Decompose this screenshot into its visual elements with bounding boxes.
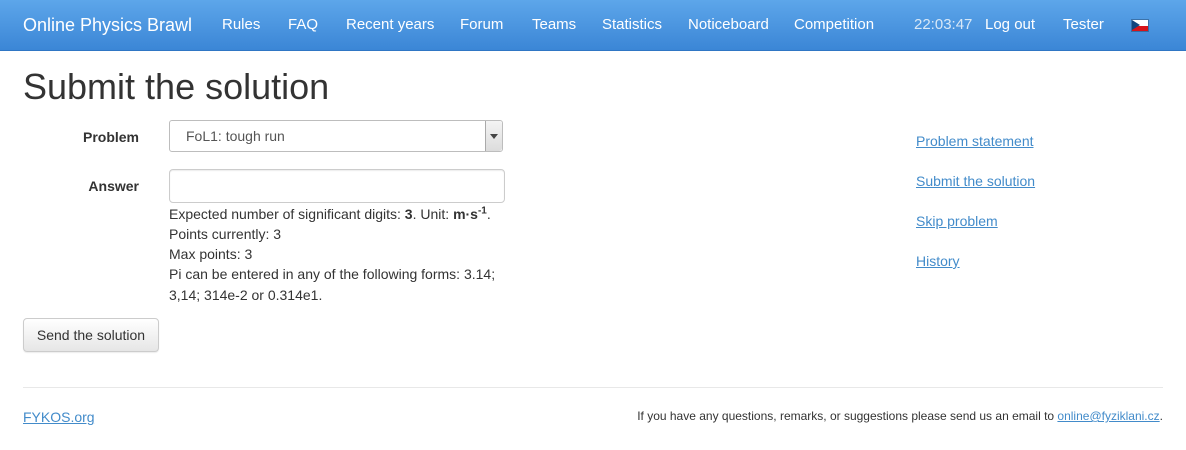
fykos-link[interactable]: FYKOS.org [23, 409, 95, 425]
problem-select-value: FoL1: tough run [186, 128, 285, 144]
nav-rules[interactable]: Rules [222, 0, 260, 50]
contact-prefix: If you have any questions, remarks, or s… [637, 409, 1058, 423]
contact-suffix: . [1159, 409, 1163, 423]
points-max: Max points: 3 [169, 246, 253, 262]
points-current: Points currently: 3 [169, 226, 282, 242]
nav-noticeboard[interactable]: Noticeboard [688, 0, 769, 50]
nav-faq[interactable]: FAQ [288, 0, 318, 50]
significant-digits-hint: Expected number of significant digits: 3… [169, 206, 491, 222]
nav-recent-years[interactable]: Recent years [346, 0, 434, 50]
skip-problem-link[interactable]: Skip problem [916, 213, 998, 229]
clock: 22:03:47 [914, 16, 973, 33]
footer-divider [23, 387, 1163, 388]
contact-text: If you have any questions, remarks, or s… [637, 409, 1163, 423]
user-menu[interactable]: Tester [1063, 0, 1104, 50]
nav-competition[interactable]: Competition [794, 0, 874, 50]
unit-exponent: -1 [477, 205, 487, 217]
chevron-down-icon[interactable] [485, 121, 502, 151]
unit-prefix: . Unit: [412, 206, 454, 222]
history-link[interactable]: History [916, 253, 960, 269]
problem-label: Problem [82, 129, 139, 145]
problem-statement-link[interactable]: Problem statement [916, 133, 1034, 149]
unit-base: m·s [453, 206, 478, 222]
brand-link[interactable]: Online Physics Brawl [23, 0, 192, 50]
nav-forum[interactable]: Forum [460, 0, 503, 50]
nav-statistics[interactable]: Statistics [602, 0, 662, 50]
page-title: Submit the solution [23, 66, 330, 107]
send-solution-button[interactable]: Send the solution [23, 318, 159, 352]
logout-link[interactable]: Log out [985, 0, 1035, 50]
nav-teams[interactable]: Teams [532, 0, 576, 50]
digits-prefix: Expected number of significant digits: [169, 206, 405, 222]
pi-format-hint-line1: Pi can be entered in any of the followin… [169, 266, 496, 282]
answer-label: Answer [88, 178, 139, 194]
contact-email-link[interactable]: online@fyziklani.cz [1057, 409, 1159, 423]
digits-value: 3 [404, 206, 413, 222]
answer-input[interactable] [169, 169, 505, 203]
czech-flag-icon[interactable] [1132, 20, 1148, 31]
unit-suffix: . [486, 206, 491, 222]
problem-select[interactable]: FoL1: tough run [169, 120, 503, 152]
submit-solution-link[interactable]: Submit the solution [916, 173, 1035, 189]
pi-format-hint-line2: 3,14; 314e-2 or 0.314e1. [169, 287, 323, 303]
top-navbar: Online Physics Brawl Rules FAQ Recent ye… [0, 0, 1186, 51]
